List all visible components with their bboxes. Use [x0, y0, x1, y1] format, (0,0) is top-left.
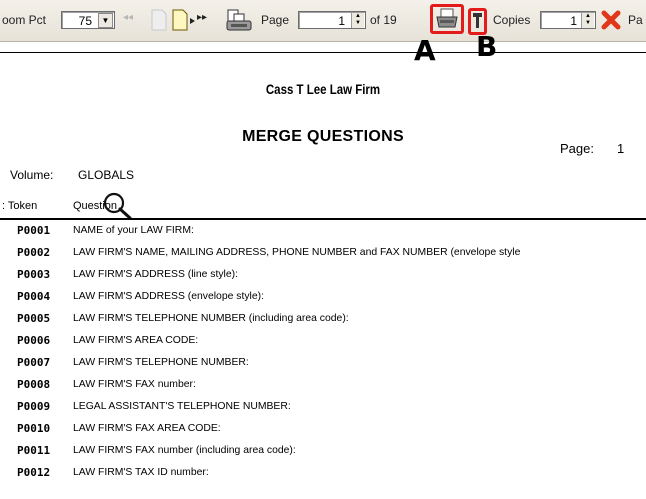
question-cell: LAW FIRM'S ADDRESS (line style):	[73, 269, 238, 280]
token-cell: P0005	[17, 312, 51, 325]
list-item: P0001 NAME of your LAW FIRM:	[0, 224, 646, 244]
question-cell: LAW FIRM'S FAX AREA CODE:	[73, 423, 221, 434]
list-item: P0008 LAW FIRM'S FAX number:	[0, 378, 646, 398]
page-count-label: of 19	[370, 13, 397, 27]
token-cell: P0007	[17, 356, 51, 369]
zoom-pages-icon[interactable]	[225, 8, 255, 32]
token-cell: P0004	[17, 290, 51, 303]
chevron-down-icon[interactable]: ▼	[98, 13, 113, 28]
list-item: P0007 LAW FIRM'S TELEPHONE NUMBER:	[0, 356, 646, 376]
volume-value: GLOBALS	[78, 168, 135, 182]
list-item: P0003 LAW FIRM'S ADDRESS (line style):	[0, 268, 646, 288]
question-cell: LAW FIRM'S TAX ID number:	[73, 467, 209, 478]
volume-label: Volume:	[10, 168, 54, 182]
page-label: Page	[261, 13, 290, 27]
token-cell: P0008	[17, 378, 51, 391]
question-cell: LAW FIRM'S TELEPHONE NUMBER (including a…	[73, 313, 349, 324]
page-number-label: Page:	[560, 141, 594, 156]
list-item: P0012 LAW FIRM'S TAX ID number:	[0, 466, 646, 486]
copies-spinner-icon[interactable]: ▲ ▼	[581, 13, 594, 28]
zoom-select[interactable]: 75 ▼	[61, 11, 115, 29]
page-input-value: 1	[338, 14, 345, 28]
zoom-value: 75	[78, 14, 92, 28]
token-cell: P0011	[17, 444, 51, 457]
firm-title: Cass T Lee Law Firm	[265, 81, 381, 97]
last-page-icon[interactable]: ▸▸	[197, 12, 207, 23]
page-top-rule	[0, 52, 646, 53]
copies-label: Copies	[493, 13, 531, 27]
trailing-label: Pa	[628, 13, 643, 27]
printer-icon[interactable]	[435, 8, 459, 30]
token-cell: P0009	[17, 400, 51, 413]
list-item: P0009 LEGAL ASSISTANT'S TELEPHONE NUMBER…	[0, 400, 646, 420]
token-cell: P0006	[17, 334, 51, 347]
report-toolbar: oom Pct 75 ▼ ◂◂ ▸▸ Page 1 ▲ ▼ of 19 Copie…	[0, 0, 646, 42]
question-cell: LAW FIRM'S AREA CODE:	[73, 335, 199, 346]
token-cell: P0003	[17, 268, 51, 281]
magnifier-cursor-icon	[103, 192, 132, 220]
page-spinner-icon[interactable]: ▲ ▼	[351, 13, 364, 28]
question-cell: LAW FIRM'S ADDRESS (envelope style):	[73, 291, 264, 302]
question-cell: LAW FIRM'S FAX number (including area co…	[73, 445, 296, 456]
token-cell: P0012	[17, 466, 51, 479]
page-icon[interactable]	[151, 9, 167, 31]
question-cell: NAME of your LAW FIRM:	[73, 225, 194, 236]
copies-input-value: 1	[570, 14, 577, 28]
next-page-icon[interactable]	[172, 9, 196, 31]
list-item: P0002 LAW FIRM'S NAME, MAILING ADDRESS, …	[0, 246, 646, 266]
header-rule	[0, 218, 646, 220]
question-cell: LAW FIRM'S NAME, MAILING ADDRESS, PHONE …	[73, 247, 521, 258]
token-cell: P0001	[17, 224, 51, 237]
collate-icon[interactable]	[472, 12, 483, 32]
report-title: MERGE QUESTIONS	[242, 128, 404, 145]
list-item: P0010 LAW FIRM'S FAX AREA CODE:	[0, 422, 646, 442]
list-item: P0005 LAW FIRM'S TELEPHONE NUMBER (inclu…	[0, 312, 646, 332]
callout-b: B	[476, 30, 498, 63]
callout-a: A	[414, 34, 436, 67]
question-cell: LAW FIRM'S TELEPHONE NUMBER:	[73, 357, 249, 368]
list-item: P0011 LAW FIRM'S FAX number (including a…	[0, 444, 646, 464]
column-header-token: : Token	[2, 200, 38, 212]
question-cell: LAW FIRM'S FAX number:	[73, 379, 196, 390]
list-item: P0004 LAW FIRM'S ADDRESS (envelope style…	[0, 290, 646, 310]
token-cell: P0010	[17, 422, 51, 435]
zoom-label: oom Pct	[2, 13, 47, 27]
copies-input[interactable]: 1 ▲ ▼	[540, 11, 596, 29]
first-page-icon[interactable]: ◂◂	[123, 12, 133, 23]
page-number-value: 1	[617, 141, 625, 156]
question-cell: LEGAL ASSISTANT'S TELEPHONE NUMBER:	[73, 401, 291, 412]
close-icon[interactable]	[601, 10, 621, 30]
token-cell: P0002	[17, 246, 51, 259]
page-input[interactable]: 1 ▲ ▼	[298, 11, 366, 29]
list-item: P0006 LAW FIRM'S AREA CODE:	[0, 334, 646, 354]
